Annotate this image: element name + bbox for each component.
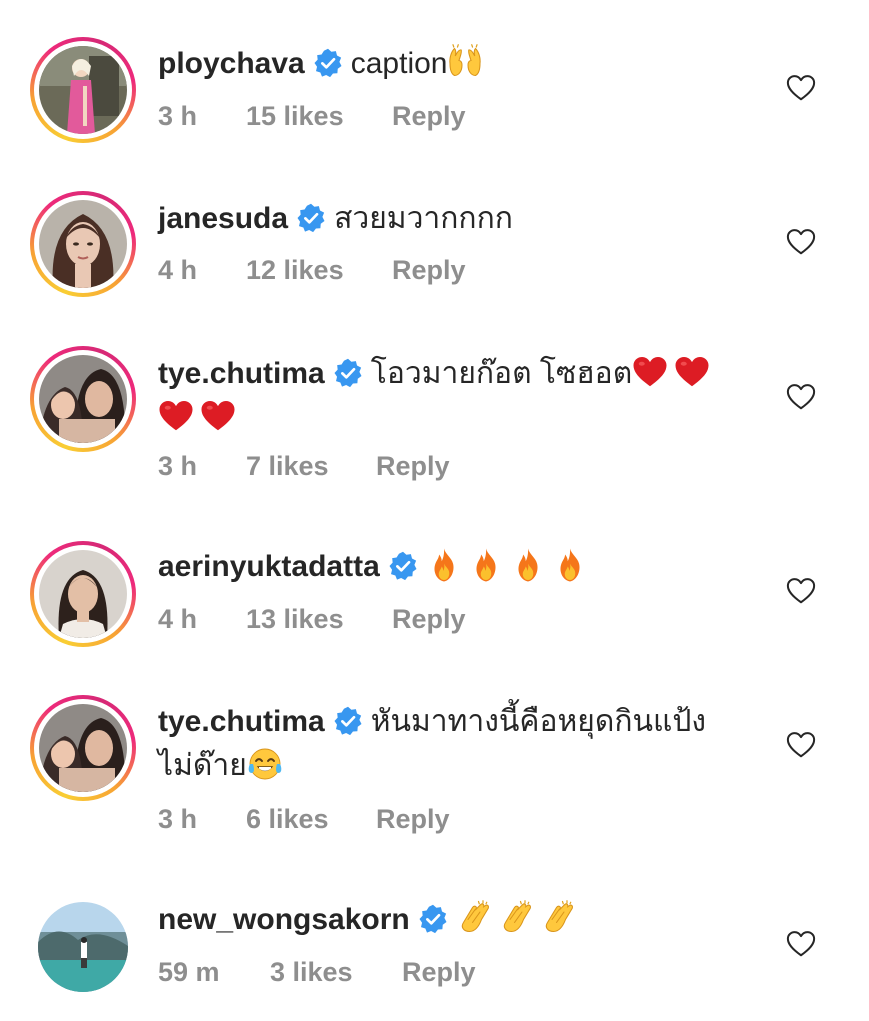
heart-outline-icon[interactable] — [786, 228, 816, 256]
avatar[interactable] — [30, 894, 136, 1000]
comment-likes[interactable]: 15 likes — [246, 101, 392, 132]
fire-emoji — [552, 547, 588, 583]
verified-badge-icon — [333, 706, 363, 736]
reply-button[interactable]: Reply — [392, 604, 466, 635]
comment-time: 3 h — [158, 101, 198, 131]
heart-outline-icon[interactable] — [786, 74, 816, 102]
avatar[interactable] — [30, 541, 136, 647]
fire-emoji — [468, 547, 504, 583]
red-heart-emoji — [632, 354, 668, 390]
heart-outline-icon[interactable] — [786, 383, 816, 411]
clapping-hands-emoji — [540, 900, 576, 936]
comment-username[interactable]: tye.chutima — [158, 705, 325, 738]
reply-button[interactable]: Reply — [376, 451, 450, 482]
avatar[interactable] — [30, 346, 136, 452]
clapping-hands-emoji — [456, 900, 492, 936]
comment-likes[interactable]: 3 likes — [270, 957, 402, 988]
comment-text: หันมาทางนี้คือหยุดกินแป้ง — [370, 705, 707, 738]
verified-badge-icon — [333, 358, 363, 388]
heart-outline-icon[interactable] — [786, 930, 816, 958]
comment-username[interactable]: ploychava — [158, 47, 305, 80]
face-with-tears-of-joy-emoji — [247, 746, 283, 782]
red-heart-emoji — [674, 354, 710, 390]
comment-time: 3 h — [158, 804, 198, 834]
heart-outline-icon[interactable] — [786, 577, 816, 605]
avatar-photo — [38, 902, 128, 992]
comment-username[interactable]: new_wongsakorn — [158, 903, 410, 936]
comment-time: 4 h — [158, 604, 198, 634]
comment-text: caption — [350, 47, 448, 80]
comment-time: 4 h — [158, 255, 198, 285]
comment-time: 59 m — [158, 957, 220, 987]
avatar-photo — [39, 704, 127, 792]
verified-badge-icon — [313, 48, 343, 78]
reply-button[interactable]: Reply — [376, 804, 450, 835]
avatar[interactable] — [30, 695, 136, 801]
reply-button[interactable]: Reply — [402, 957, 476, 988]
comment-likes[interactable]: 13 likes — [246, 604, 392, 635]
avatar[interactable] — [30, 191, 136, 297]
comment-likes[interactable]: 12 likes — [246, 255, 392, 286]
verified-badge-icon — [418, 904, 448, 934]
raising-hands-emoji — [447, 44, 483, 80]
avatar-photo — [39, 46, 127, 134]
comment-text: โอวมายก๊อต โซฮอต — [370, 357, 633, 390]
avatar-photo — [39, 550, 127, 638]
red-heart-emoji — [200, 398, 236, 434]
comment-username[interactable]: tye.chutima — [158, 357, 325, 390]
fire-emoji — [426, 547, 462, 583]
reply-button[interactable]: Reply — [392, 101, 466, 132]
reply-button[interactable]: Reply — [392, 255, 466, 286]
comment-username[interactable]: aerinyuktadatta — [158, 550, 380, 583]
verified-badge-icon — [296, 203, 326, 233]
avatar-photo — [39, 200, 127, 288]
fire-emoji — [510, 547, 546, 583]
clapping-hands-emoji — [498, 900, 534, 936]
comment-likes[interactable]: 6 likes — [246, 804, 376, 835]
avatar[interactable] — [30, 37, 136, 143]
avatar-photo — [39, 355, 127, 443]
heart-outline-icon[interactable] — [786, 731, 816, 759]
comment-text-line2: ไม่ด๊าย — [158, 749, 247, 782]
comment-text: สวยมวากกกก — [334, 202, 513, 235]
comment-likes[interactable]: 7 likes — [246, 451, 376, 482]
comment-username[interactable]: janesuda — [158, 202, 288, 235]
verified-badge-icon — [388, 551, 418, 581]
red-heart-emoji — [158, 398, 194, 434]
comment-time: 3 h — [158, 451, 198, 481]
